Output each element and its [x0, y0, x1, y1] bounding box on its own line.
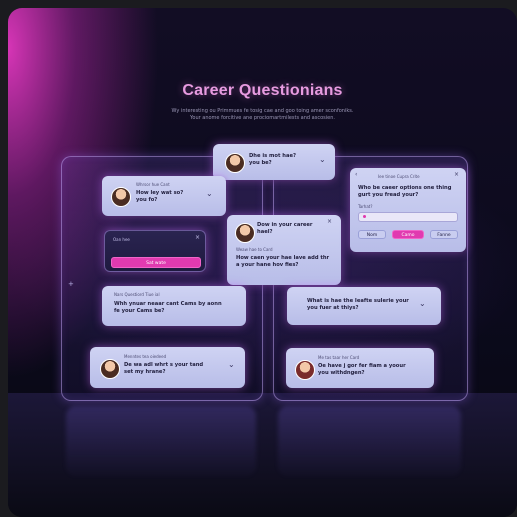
card-question: How caen your hae lave add thr a your ha… [236, 255, 330, 268]
chevron-down-icon[interactable]: ⌄ [319, 156, 326, 164]
question-card-top[interactable]: Dhe is mot hae? you be? ⌄ [213, 144, 335, 180]
career-options-form-card[interactable]: ‹ Iee tinoe Cupra Crite × Who be caeer o… [350, 168, 466, 252]
submit-button[interactable]: Sat wate [111, 257, 201, 268]
question-card-right-2[interactable]: What is hae the Ieafte sulerie your you … [287, 287, 441, 325]
close-icon[interactable]: × [195, 234, 200, 241]
avatar [235, 223, 255, 243]
option-button-3[interactable]: Fanne [430, 230, 458, 239]
card-label: Me tas taar her Card [318, 355, 360, 360]
question-card-right-3[interactable]: Me tas taar her Card Oe have j gor fer f… [286, 348, 434, 388]
card-question: Whh ynuar neaar cant Cams by aonn fe you… [114, 301, 222, 314]
input-label: Oan hee [113, 237, 130, 242]
card-label: Whrsor hue Cant [136, 182, 170, 187]
question-card-center[interactable]: Dow in your career hael? × Weaw hae to C… [227, 215, 341, 285]
option-button-2[interactable]: Camo [392, 230, 424, 239]
avatar [225, 153, 245, 173]
chevron-down-icon[interactable]: ⌄ [206, 190, 213, 198]
avatar [100, 359, 120, 379]
card-question: Oe have j gor fer fiam a yoour you withd… [318, 363, 406, 376]
question-card-left-3[interactable]: Menntes tea oiedeed De wa adl whrt s you… [90, 347, 245, 388]
card-question: Who be caeer options one thing gurt you … [358, 185, 452, 198]
chevron-left-icon[interactable]: ‹ [355, 171, 357, 179]
card-question: Dhe is mot hae? you be? [249, 153, 296, 166]
card-label: Menntes tea oiedeed [124, 354, 167, 359]
card-label: Weaw hae to Card [236, 247, 273, 252]
right-panel-reflection [278, 406, 461, 476]
page-title: Career Questionians [182, 82, 343, 99]
card-question-top: Dow in your career hael? [257, 222, 313, 235]
question-card-left-1[interactable]: Whrsor hue Cant How ley wat so? you fo? … [102, 176, 226, 216]
avatar [295, 360, 315, 380]
answer-field[interactable] [358, 212, 458, 222]
slider-handle[interactable] [363, 215, 366, 218]
card-label: Iee tinoe Cupra Crite [378, 174, 420, 179]
option-button-1[interactable]: Nom [358, 230, 386, 239]
chevron-down-icon[interactable]: ⌄ [419, 300, 426, 308]
card-question: How ley wat so? you fo? [136, 190, 184, 203]
close-icon[interactable]: × [327, 218, 332, 225]
answer-input-card[interactable]: Oan hee × Sat wate [104, 230, 206, 272]
stage: Career Questionians Wy interesting ou Pr… [8, 8, 517, 517]
card-question: What is hae the Ieafte sulerie your you … [307, 298, 409, 311]
card-label: Nars Questiord Tiue ial [114, 292, 160, 297]
close-icon[interactable]: × [454, 171, 459, 178]
chevron-down-icon[interactable]: ⌄ [228, 361, 235, 369]
card-question: De wa adl whrt s your tand set my hrane? [124, 362, 204, 375]
page-subtitle-line-2: Your anome forcitive ane prociomartmiles… [190, 115, 335, 121]
field-label: Tarhat? [358, 204, 373, 209]
avatar [111, 187, 131, 207]
plus-icon: + [68, 280, 74, 288]
question-card-left-2[interactable]: Nars Questiord Tiue ial Whh ynuar neaar … [102, 286, 246, 326]
left-panel-reflection [66, 406, 256, 476]
page-subtitle-line-1: Wy interesting ou Primmues fe tosig cae … [171, 108, 354, 114]
